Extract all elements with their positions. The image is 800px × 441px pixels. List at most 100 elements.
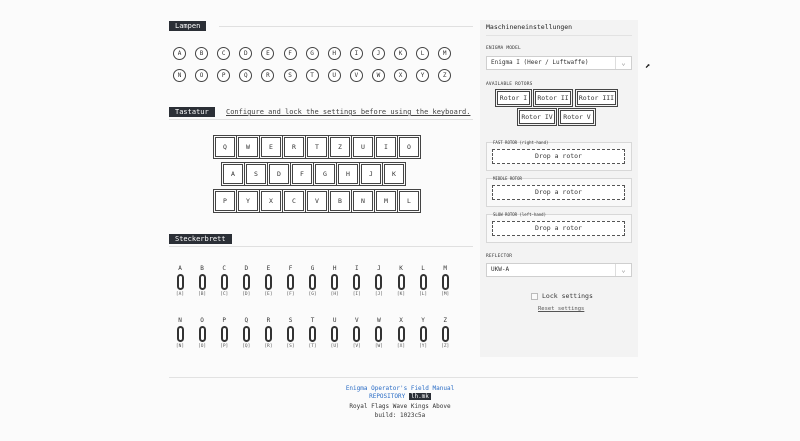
key-u[interactable]: U [351,135,375,159]
rotor-button-ii[interactable]: Rotor II [533,89,573,107]
plug-y[interactable]: Y [Y] [417,317,429,350]
rotor-button-v[interactable]: Rotor V [558,108,596,126]
key-o[interactable]: O [397,135,421,159]
plug-socket[interactable] [287,326,294,342]
plug-u[interactable]: U [U] [329,317,341,350]
plug-o[interactable]: O [O] [196,317,208,350]
plug-socket[interactable] [198,274,206,290]
plug-l[interactable]: L [L] [417,265,429,298]
plug-socket[interactable] [353,274,361,290]
plug-socket[interactable] [375,274,383,290]
plug-socket[interactable] [176,326,184,342]
plug-d[interactable]: D [D] [240,265,252,298]
key-a[interactable]: A [221,162,245,186]
slow-rotor-dropzone[interactable]: Drop a rotor [492,221,625,236]
reflector-select[interactable]: UKW-A ⌄ [486,263,632,277]
plug-r[interactable]: R [R] [262,317,274,350]
plug-socket[interactable] [176,274,184,290]
plug-socket[interactable] [419,326,427,342]
plug-a[interactable]: A [A] [174,265,186,298]
plug-b[interactable]: B [B] [196,265,208,298]
manual-link[interactable]: Enigma Operator's Field Manual [346,385,454,392]
middle-rotor-dropzone[interactable]: Drop a rotor [492,185,625,200]
lock-settings-label[interactable]: Lock settings [542,292,593,300]
plug-w[interactable]: W [W] [373,317,385,350]
key-j[interactable]: J [359,162,383,186]
plug-socket[interactable] [264,274,272,290]
plug-j[interactable]: J [J] [373,265,385,298]
key-x[interactable]: X [259,189,283,213]
plug-v[interactable]: V [V] [351,317,363,350]
plug-socket[interactable] [397,326,405,342]
key-f[interactable]: F [290,162,314,186]
plug-x[interactable]: X [X] [395,317,407,350]
plug-socket[interactable] [309,326,317,342]
plug-socket[interactable] [242,326,250,342]
key-q[interactable]: Q [213,135,237,159]
plug-c[interactable]: C [C] [218,265,230,298]
key-b[interactable]: B [328,189,352,213]
plug-h[interactable]: H [H] [329,265,341,298]
rotor-button-i[interactable]: Rotor I [495,89,532,107]
plug-mapping: [V] [352,344,361,349]
plug-t[interactable]: T [T] [307,317,319,350]
key-d[interactable]: D [267,162,291,186]
plug-socket[interactable] [353,326,361,342]
fast-rotor-dropzone[interactable]: Drop a rotor [492,149,625,164]
plug-k[interactable]: K [K] [395,265,407,298]
key-n[interactable]: N [351,189,375,213]
lamp-c: C [217,47,231,60]
plug-socket[interactable] [441,326,449,342]
repository-badge[interactable]: lh.mk [408,393,431,400]
plug-s[interactable]: S [S] [285,317,297,350]
plug-m[interactable]: M [M] [439,265,451,298]
plug-socket[interactable] [287,274,294,290]
plug-socket[interactable] [309,274,317,290]
key-h[interactable]: H [336,162,360,186]
key-s[interactable]: S [244,162,268,186]
model-select[interactable]: Enigma I (Heer / Luftwaffe) ⌄ [486,56,632,70]
key-t[interactable]: T [305,135,329,159]
lamp-i: I [349,47,363,60]
plug-socket[interactable] [198,326,206,342]
rotor-button-iv[interactable]: Rotor IV [517,108,557,126]
plug-socket[interactable] [397,274,405,290]
key-g[interactable]: G [313,162,337,186]
key-y[interactable]: Y [236,189,260,213]
plug-mapping: [G] [308,292,317,297]
rotor-button-iii[interactable]: Rotor III [575,89,618,107]
key-k[interactable]: K [382,162,406,186]
plug-i[interactable]: I [I] [351,265,363,298]
plug-socket[interactable] [331,326,339,342]
plug-n[interactable]: N [N] [174,317,186,350]
reset-settings-link[interactable]: Reset settings [538,306,584,312]
plug-p[interactable]: P [P] [218,317,230,350]
plug-socket[interactable] [375,326,383,342]
settings-divider [486,35,632,36]
plug-f[interactable]: F [F] [285,265,297,298]
plug-g[interactable]: G [G] [307,265,319,298]
key-z[interactable]: Z [328,135,352,159]
lock-settings-checkbox[interactable] [531,293,538,300]
plug-socket[interactable] [331,274,339,290]
plug-socket[interactable] [220,274,228,290]
plug-z[interactable]: Z [Z] [439,317,451,350]
keyboard-note[interactable]: Configure and lock the settings before u… [226,108,470,116]
key-m[interactable]: M [374,189,398,213]
key-v[interactable]: V [305,189,329,213]
key-p[interactable]: P [213,189,237,213]
key-i[interactable]: I [374,135,398,159]
plug-socket[interactable] [264,326,272,342]
repository-link[interactable]: REPOSITORY [369,393,405,400]
key-l[interactable]: L [397,189,421,213]
plug-e[interactable]: E [E] [262,265,274,298]
plug-q[interactable]: Q [Q] [240,317,252,350]
key-w[interactable]: W [236,135,260,159]
plug-socket[interactable] [441,274,449,290]
plug-socket[interactable] [419,274,427,290]
key-c[interactable]: C [282,189,306,213]
key-e[interactable]: E [259,135,283,159]
key-r[interactable]: R [282,135,306,159]
plug-socket[interactable] [220,326,228,342]
plug-socket[interactable] [242,274,250,290]
